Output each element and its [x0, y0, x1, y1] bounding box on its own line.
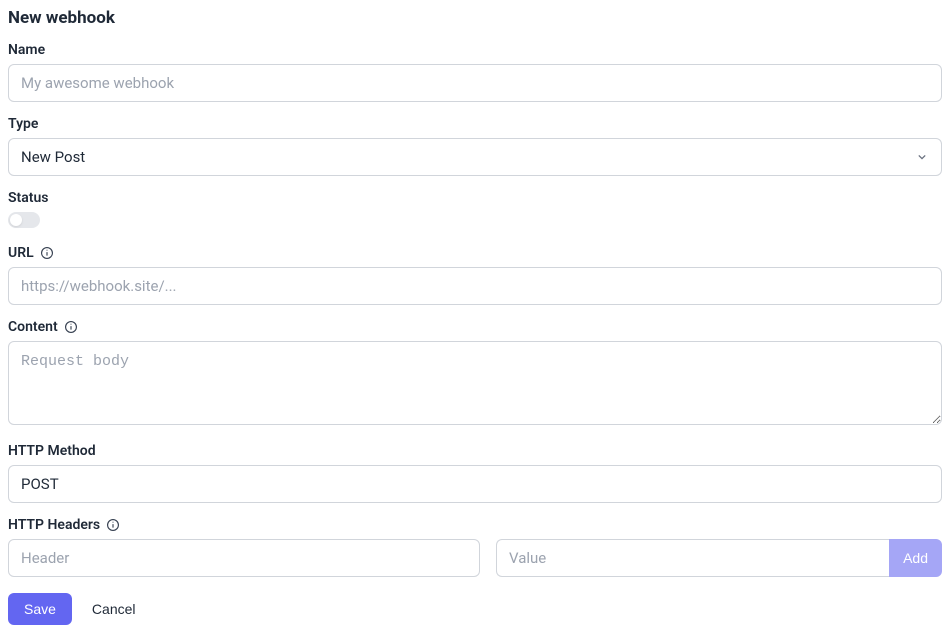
header-name-input[interactable] — [8, 539, 480, 577]
content-label: Content — [8, 319, 58, 335]
info-icon — [64, 320, 78, 334]
name-input[interactable] — [8, 64, 942, 102]
info-icon — [40, 246, 54, 260]
content-field: Content — [8, 319, 942, 429]
content-textarea[interactable] — [8, 341, 942, 425]
http-method-field: HTTP Method POST — [8, 443, 942, 503]
header-value-input[interactable] — [496, 539, 889, 577]
add-header-button[interactable]: Add — [889, 539, 942, 577]
type-select[interactable]: New Post — [8, 138, 942, 176]
name-label: Name — [8, 42, 942, 58]
http-headers-label: HTTP Headers — [8, 517, 100, 533]
status-field: Status — [8, 190, 942, 231]
status-label: Status — [8, 190, 942, 206]
type-label: Type — [8, 116, 942, 132]
url-input[interactable] — [8, 267, 942, 305]
form-actions: Save Cancel — [8, 593, 942, 625]
page-title: New webhook — [8, 8, 942, 28]
save-button[interactable]: Save — [8, 593, 72, 625]
status-toggle[interactable] — [8, 212, 40, 228]
http-headers-field: HTTP Headers Add — [8, 517, 942, 577]
type-field: Type New Post — [8, 116, 942, 176]
cancel-button[interactable]: Cancel — [92, 593, 136, 625]
http-method-select[interactable]: POST — [8, 465, 942, 503]
info-icon — [106, 518, 120, 532]
url-field: URL — [8, 245, 942, 305]
url-label: URL — [8, 245, 34, 261]
name-field: Name — [8, 42, 942, 102]
http-method-label: HTTP Method — [8, 443, 942, 459]
